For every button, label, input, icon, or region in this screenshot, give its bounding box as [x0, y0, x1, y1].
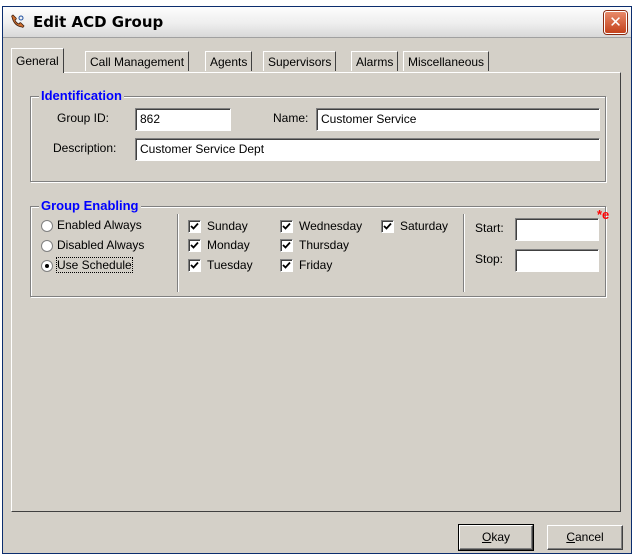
- tab-miscellaneous[interactable]: Miscellaneous: [403, 51, 490, 71]
- thursday-checkbox[interactable]: [280, 239, 293, 252]
- tab-supervisors[interactable]: Supervisors: [263, 51, 337, 71]
- stop-time-input[interactable]: [515, 249, 599, 272]
- name-input[interactable]: Customer Service: [316, 108, 600, 131]
- radio-icon[interactable]: [41, 260, 53, 272]
- title-bar[interactable]: Edit ACD Group ✕: [3, 7, 631, 38]
- checkmark-icon: [282, 261, 291, 269]
- required-marker: *e: [597, 207, 610, 222]
- wednesday-checkbox[interactable]: [280, 220, 293, 233]
- name-label: Name:: [273, 111, 309, 125]
- tab-alarms[interactable]: Alarms: [351, 51, 399, 71]
- checkmark-icon: [383, 222, 392, 230]
- app-phone-icon: [11, 14, 25, 28]
- tab-call-management[interactable]: Call Management: [85, 51, 190, 71]
- saturday-checkbox[interactable]: [381, 220, 394, 233]
- checkmark-icon: [190, 261, 199, 269]
- group-id-label: Group ID:: [57, 111, 110, 125]
- window-title: Edit ACD Group: [33, 13, 164, 31]
- radio-icon[interactable]: [41, 220, 53, 232]
- tab-general[interactable]: General: [11, 48, 64, 73]
- separator: [463, 214, 465, 292]
- group-id-input[interactable]: 862: [135, 108, 231, 131]
- group-enabling-legend: Group Enabling: [39, 198, 141, 213]
- general-tab-panel: Identification Group ID: 862 Name: Custo…: [11, 72, 621, 512]
- start-time-input[interactable]: [515, 218, 599, 241]
- description-value: Customer Service Dept: [140, 142, 265, 156]
- identification-group: Identification Group ID: 862 Name: Custo…: [30, 88, 606, 182]
- start-label: Start:: [475, 221, 504, 235]
- tuesday-checkbox[interactable]: [188, 259, 201, 272]
- checkmark-icon: [190, 222, 199, 230]
- sunday-checkbox[interactable]: [188, 220, 201, 233]
- edit-acd-group-dialog: Edit ACD Group ✕ General Call Management…: [2, 6, 632, 554]
- radio-icon[interactable]: [41, 240, 53, 252]
- monday-checkbox[interactable]: [188, 239, 201, 252]
- separator: [177, 214, 179, 292]
- cancel-button[interactable]: Cancel: [547, 525, 623, 550]
- close-button[interactable]: ✕: [604, 11, 627, 34]
- group-id-value: 862: [140, 112, 161, 126]
- description-label: Description:: [53, 141, 117, 155]
- tab-agents[interactable]: Agents: [205, 51, 253, 71]
- identification-legend: Identification: [39, 88, 124, 103]
- close-icon: ✕: [609, 13, 622, 31]
- checkmark-icon: [282, 241, 291, 249]
- checkmark-icon: [190, 241, 199, 249]
- group-enabling-group: Group Enabling Enabled Always Disabled A…: [30, 198, 610, 297]
- name-value: Customer Service: [321, 112, 417, 126]
- okay-button[interactable]: Okay: [458, 524, 534, 551]
- stop-label: Stop:: [475, 252, 504, 266]
- friday-checkbox[interactable]: [280, 259, 293, 272]
- description-input[interactable]: Customer Service Dept: [135, 138, 600, 161]
- checkmark-icon: [282, 222, 291, 230]
